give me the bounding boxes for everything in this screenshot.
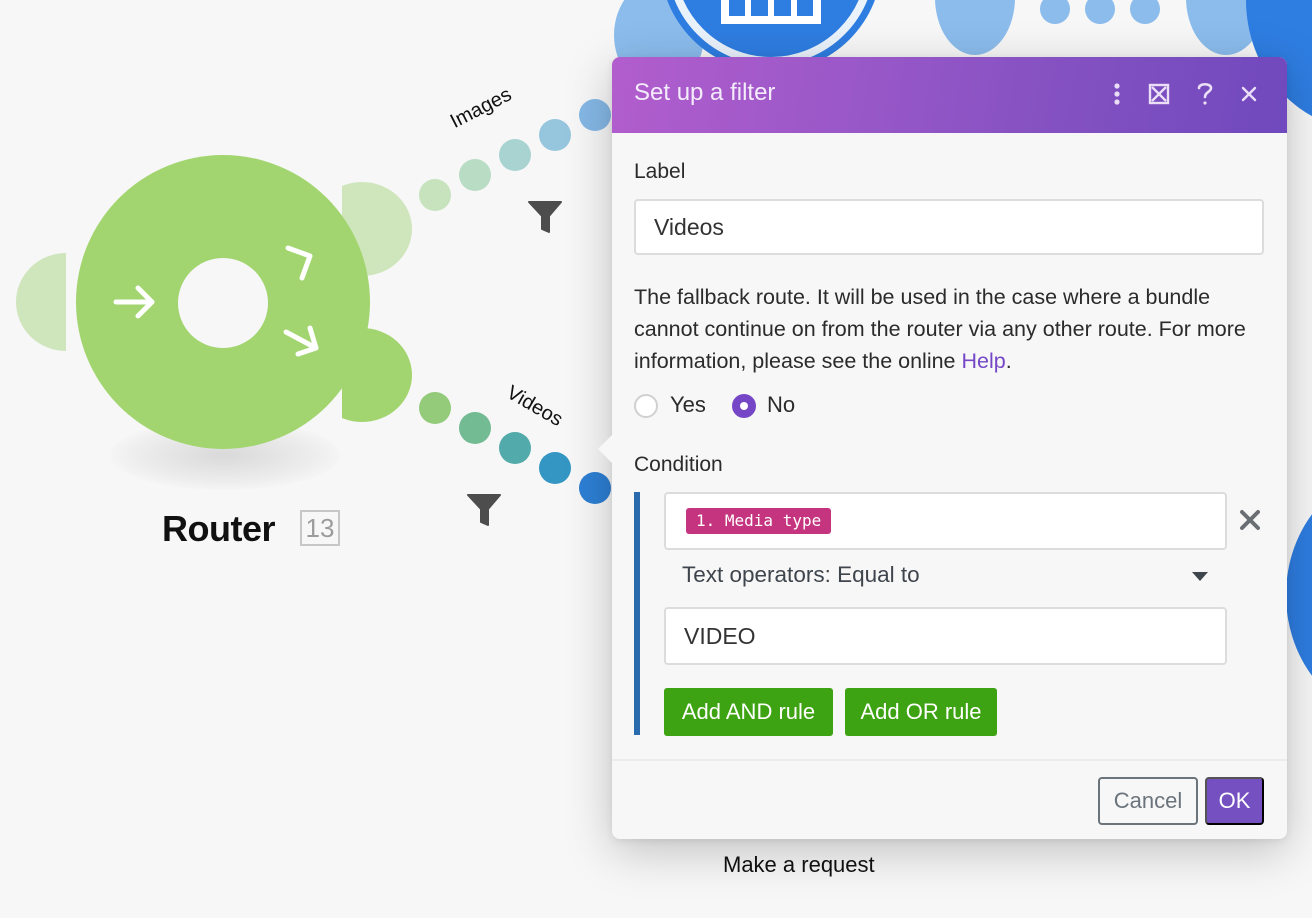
fallback-description: The fallback route. It will be used in t… xyxy=(634,281,1264,377)
module-id-badge: 13 xyxy=(300,510,340,546)
chevron-down-icon[interactable] xyxy=(1192,572,1208,581)
route-dot xyxy=(419,179,451,211)
condition-value: VIDEO xyxy=(684,622,756,649)
fallback-no-radio[interactable] xyxy=(732,394,756,418)
close-button[interactable] xyxy=(1230,75,1268,113)
condition-field-input[interactable]: 1. Media type xyxy=(664,492,1227,550)
expand-icon xyxy=(1148,83,1170,105)
more-options-button[interactable] xyxy=(1098,75,1136,113)
module-connector-half xyxy=(935,0,1015,55)
route-dot xyxy=(499,432,531,464)
ok-button[interactable]: OK xyxy=(1205,777,1264,825)
router-title: Router xyxy=(162,508,276,549)
route-label-videos[interactable]: Videos xyxy=(502,382,567,432)
footer-divider xyxy=(612,759,1287,761)
cancel-button[interactable]: Cancel xyxy=(1098,777,1198,825)
help-button[interactable] xyxy=(1186,75,1224,113)
fallback-yes-label[interactable]: Yes xyxy=(670,392,706,418)
connector-dot xyxy=(1130,0,1160,24)
fallback-description-text: The fallback route. It will be used in t… xyxy=(634,285,1246,373)
route-dot xyxy=(579,99,611,131)
filter-funnel-icon[interactable] xyxy=(466,493,502,527)
close-icon xyxy=(1241,86,1257,102)
condition-label: Condition xyxy=(634,453,723,476)
route-dot xyxy=(499,139,531,171)
condition-value-input[interactable]: VIDEO xyxy=(664,607,1227,665)
scenario-canvas[interactable]: Images Videos Router 13 Make a request S… xyxy=(0,0,1312,918)
route-dot xyxy=(459,412,491,444)
add-or-rule-button[interactable]: Add OR rule xyxy=(845,688,997,736)
vertical-dots-icon xyxy=(1114,83,1120,105)
route-dot xyxy=(539,119,571,151)
label-input-value: Videos xyxy=(654,213,724,240)
expand-button[interactable] xyxy=(1140,75,1178,113)
fallback-description-suffix: . xyxy=(1005,349,1012,373)
connector-dot xyxy=(1040,0,1070,24)
dialog-pointer xyxy=(598,433,614,465)
mapped-variable-pill[interactable]: 1. Media type xyxy=(686,508,832,534)
connector-dot xyxy=(1085,0,1115,24)
module-caption-make-request: Make a request xyxy=(723,852,875,877)
dialog-title: Set up a filter xyxy=(634,79,776,106)
operator-select[interactable]: Text operators: Equal to xyxy=(682,562,920,588)
filter-setup-dialog: Set up a filter Label Videos The fallbac… xyxy=(598,57,1287,839)
route-dot xyxy=(579,472,611,504)
remove-rule-icon[interactable] xyxy=(1238,505,1262,535)
module-right[interactable] xyxy=(1286,470,1312,720)
branch-arrows-icon xyxy=(283,245,319,357)
question-icon xyxy=(1197,82,1213,105)
router-arrows-icon xyxy=(113,245,319,357)
route-dot xyxy=(459,159,491,191)
arrow-right-icon xyxy=(113,285,155,319)
route-dot xyxy=(539,452,571,484)
filter-funnel-icon[interactable] xyxy=(527,200,563,234)
dialog-header: Set up a filter xyxy=(612,57,1287,133)
label-input[interactable]: Videos xyxy=(634,199,1264,255)
condition-group-bar xyxy=(634,492,640,735)
route-label-images[interactable]: Images xyxy=(447,83,516,133)
fallback-no-label[interactable]: No xyxy=(767,392,795,418)
label-field-label: Label xyxy=(634,160,686,183)
fallback-yes-radio[interactable] xyxy=(634,394,658,418)
help-link[interactable]: Help xyxy=(962,349,1006,373)
route-dot xyxy=(419,392,451,424)
add-and-rule-button[interactable]: Add AND rule xyxy=(664,688,833,736)
